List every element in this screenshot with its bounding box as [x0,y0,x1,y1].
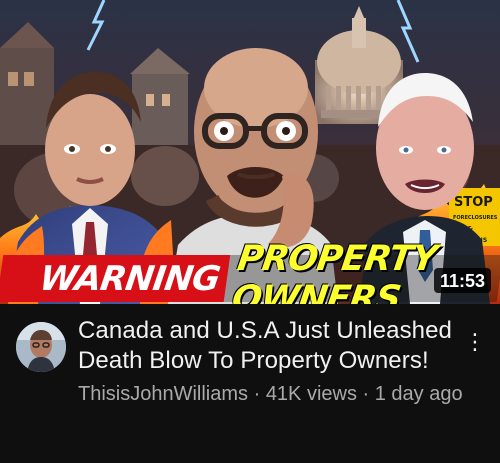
upload-age: 1 day ago [374,383,463,405]
svg-text:FORECLOSURES: FORECLOSURES [453,215,498,221]
video-thumbnail[interactable]: STOP FORECLOSURES & EVICTIONS [0,0,500,304]
thumbnail-banner: WARNING PROPERTY OWNERS [0,239,500,304]
view-count: 41K views [265,383,357,405]
more-vert-icon[interactable]: ⋮ [464,328,486,356]
meta-separator: · [248,383,266,405]
warning-label: WARNING [0,255,231,302]
channel-avatar[interactable] [16,322,66,372]
video-duration: 11:53 [433,268,491,293]
svg-text:STOP: STOP [454,195,493,210]
video-metadata: Canada and U.S.A Just Unleashed Death Bl… [78,316,468,407]
channel-name[interactable]: ThisisJohnWilliams [78,383,248,405]
video-title[interactable]: Canada and U.S.A Just Unleashed Death Bl… [78,316,468,376]
video-card[interactable]: STOP FORECLOSURES & EVICTIONS [0,0,500,463]
avatar-icon [16,322,66,372]
meta-separator: · [356,383,375,405]
video-subline: ThisisJohnWilliams · 41K views · 1 day a… [78,382,468,407]
